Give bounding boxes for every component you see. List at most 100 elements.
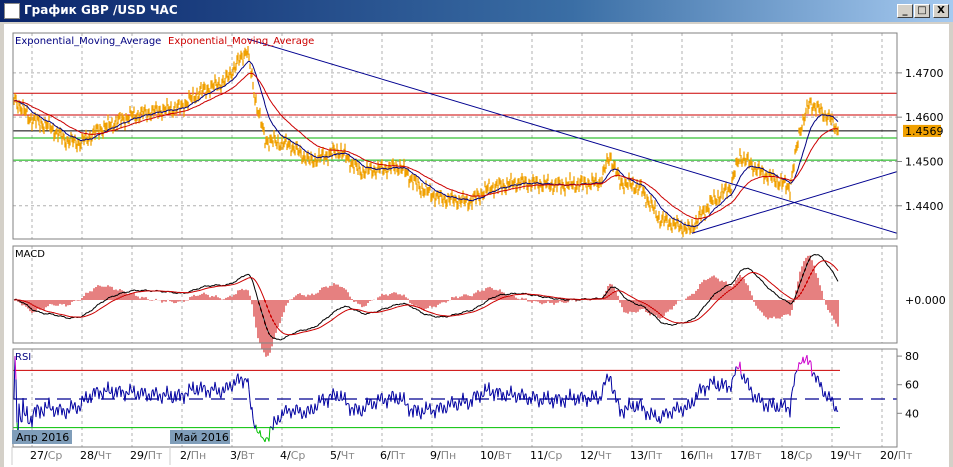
- rsi-segment: [804, 358, 807, 362]
- rsi-segment: [472, 391, 475, 397]
- rsi-segment: [220, 390, 223, 399]
- rsi-segment: [349, 408, 352, 416]
- rsi-segment: [116, 390, 119, 398]
- rsi-segment: [802, 356, 805, 364]
- rsi-segment: [207, 389, 210, 394]
- rsi-segment: [318, 394, 321, 404]
- day-number: 10/: [480, 449, 498, 462]
- rsi-segment: [96, 386, 99, 390]
- rsi-segment: [285, 404, 288, 414]
- rsi-segment: [229, 381, 232, 389]
- rsi-segment: [600, 395, 603, 401]
- rsi-segment: [502, 391, 505, 396]
- rsi-segment: [676, 401, 679, 406]
- rsi-segment: [730, 379, 733, 392]
- day-of-week: Пн: [698, 449, 713, 462]
- rsi-segment: [634, 408, 637, 412]
- rsi-segment: [358, 405, 361, 412]
- rsi-segment: [737, 367, 740, 370]
- rsi-segment: [702, 385, 705, 387]
- rsi-segment: [435, 404, 438, 410]
- rsi-segment: [429, 403, 432, 415]
- rsi-segment: [104, 390, 107, 393]
- rsi-segment: [641, 405, 644, 412]
- rsi-segment: [296, 404, 299, 412]
- rsi-segment: [215, 387, 218, 395]
- rsi-segment: [163, 392, 166, 397]
- rsi-tick-label: 40: [905, 407, 919, 420]
- rsi-segment: [211, 386, 214, 391]
- day-label: 27/Ср: [30, 449, 62, 462]
- rsi-segment: [601, 384, 604, 396]
- chart-canvas[interactable]: Exponential_Moving_Average Exponential_M…: [0, 0, 953, 467]
- rsi-segment: [187, 383, 190, 397]
- rsi-segment: [19, 414, 22, 422]
- macd-zero-label: +0.000: [905, 294, 946, 307]
- rsi-segment: [538, 398, 541, 408]
- rsi-segment: [129, 383, 132, 390]
- rsi-segment: [196, 385, 199, 396]
- rsi-segment: [780, 398, 783, 409]
- rsi-segment: [739, 361, 742, 375]
- rsi-segment: [733, 374, 736, 377]
- rsi-segment: [485, 390, 488, 392]
- rsi-segment: [761, 397, 764, 402]
- rsi-segment: [560, 397, 563, 407]
- rsi-segment: [686, 398, 689, 410]
- rsi-segment: [122, 390, 125, 395]
- rsi-segment: [375, 401, 378, 410]
- rsi-segment: [311, 408, 314, 414]
- month-label: Апр 2016: [16, 431, 69, 444]
- rsi-segment: [322, 393, 325, 406]
- rsi-segment: [514, 391, 517, 403]
- rsi-segment: [157, 395, 160, 401]
- rsi-segment: [427, 407, 430, 410]
- day-number: 20/: [880, 449, 898, 462]
- day-label: 10/Вт: [480, 449, 512, 462]
- day-label: 29/Пт: [130, 449, 163, 462]
- rsi-segment: [417, 405, 420, 411]
- rsi-segment: [120, 389, 123, 397]
- rsi-segment: [299, 406, 302, 413]
- rsi-segment: [107, 381, 110, 392]
- rsi-segment: [460, 400, 463, 407]
- rsi-segment: [37, 405, 40, 411]
- rsi-segment: [251, 407, 254, 419]
- rsi-segment: [425, 401, 428, 410]
- rsi-segment: [331, 388, 334, 401]
- day-of-week: Вт: [498, 449, 513, 462]
- rsi-segment: [540, 399, 543, 405]
- rsi-segment: [414, 405, 417, 409]
- rsi-segment: [235, 376, 238, 383]
- rsi-segment: [477, 392, 480, 398]
- rsi-segment: [752, 398, 755, 403]
- rsi-segment: [451, 396, 454, 405]
- rsi-segment: [338, 399, 341, 402]
- rsi-segment: [835, 405, 838, 412]
- rsi-segment: [248, 389, 251, 401]
- rsi-segment: [669, 411, 672, 416]
- rsi-segment: [769, 399, 772, 405]
- rsi-segment: [43, 401, 46, 417]
- rsi-segment: [654, 409, 657, 418]
- rsi-segment: [320, 395, 323, 401]
- rsi-segment: [386, 400, 389, 409]
- rsi-segment: [259, 430, 262, 437]
- rsi-segment: [22, 397, 25, 413]
- price-tick-label: 1.4700: [905, 67, 944, 80]
- rsi-segment: [32, 409, 35, 416]
- day-number: 6/: [380, 449, 391, 462]
- rsi-segment: [170, 390, 173, 403]
- rsi-segment: [205, 390, 208, 398]
- rsi-segment: [494, 389, 497, 394]
- rsi-segment: [373, 400, 376, 405]
- rsi-segment: [440, 402, 443, 410]
- last-price-label: 1.4569: [905, 125, 944, 138]
- day-of-week: Пт: [898, 449, 913, 462]
- rsi-segment: [383, 397, 386, 404]
- rsi-segment: [121, 389, 124, 391]
- rsi-segment: [473, 391, 476, 393]
- rsi-segment: [710, 379, 713, 383]
- day-label: 4/Ср: [280, 449, 305, 462]
- day-of-week: Пн: [441, 449, 456, 462]
